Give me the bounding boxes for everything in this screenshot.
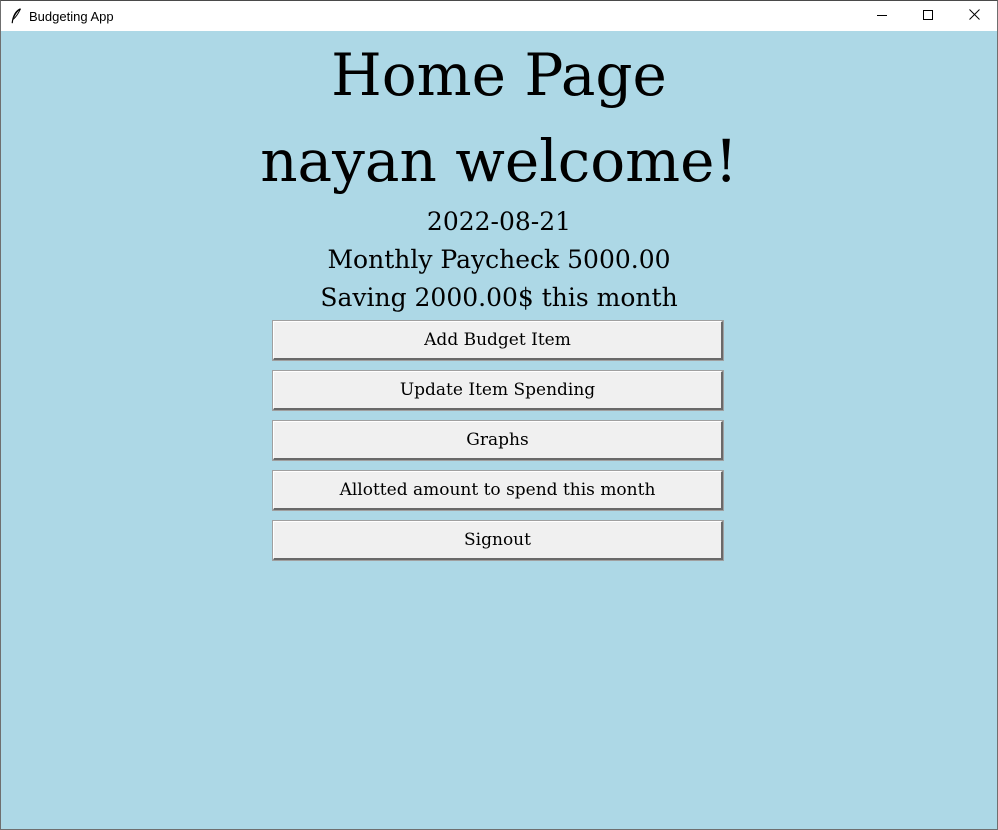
- update-item-spending-button[interactable]: Update Item Spending: [272, 370, 724, 411]
- current-date: 2022-08-21: [426, 207, 572, 236]
- window-title: Budgeting App: [29, 8, 114, 24]
- signout-button[interactable]: Signout: [272, 520, 724, 561]
- welcome-message: nayan welcome!: [260, 127, 738, 195]
- maximize-icon: [923, 7, 933, 25]
- monthly-paycheck: Monthly Paycheck 5000.00: [327, 245, 671, 274]
- window-controls: [859, 1, 997, 31]
- minimize-icon: [877, 7, 887, 25]
- close-icon: [968, 7, 980, 25]
- graphs-button[interactable]: Graphs: [272, 420, 724, 461]
- monthly-saving: Saving 2000.00$ this month: [320, 283, 678, 312]
- add-budget-item-button[interactable]: Add Budget Item: [272, 320, 724, 361]
- feather-icon: [9, 8, 23, 24]
- minimize-button[interactable]: [859, 1, 905, 31]
- title-bar[interactable]: Budgeting App: [1, 1, 997, 31]
- allotted-amount-button[interactable]: Allotted amount to spend this month: [272, 470, 724, 511]
- page-title: Home Page: [331, 41, 667, 109]
- app-window: Budgeting App Home Page nayan welcome! 2…: [0, 0, 998, 830]
- home-page-content: Home Page nayan welcome! 2022-08-21 Mont…: [1, 31, 997, 829]
- maximize-button[interactable]: [905, 1, 951, 31]
- close-button[interactable]: [951, 1, 997, 31]
